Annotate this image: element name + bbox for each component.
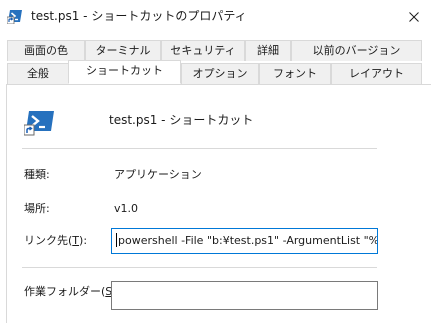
tab-terminal[interactable]: ターミナル: [85, 40, 161, 61]
tab-screen-colors[interactable]: 画面の色: [7, 40, 85, 61]
text-caret: [116, 233, 117, 247]
window-title: test.ps1 - ショートカットのプロパティ: [31, 9, 247, 23]
target-label: リンク先(T):: [24, 234, 87, 248]
location-label: 場所:: [24, 202, 50, 215]
close-button[interactable]: [395, 0, 431, 32]
tab-security[interactable]: セキュリティ: [161, 40, 245, 61]
tab-details[interactable]: 詳細: [245, 40, 291, 61]
close-icon: [409, 12, 419, 22]
type-value: アプリケーション: [114, 168, 202, 181]
tab-shortcut[interactable]: ショートカット: [68, 60, 181, 84]
location-value: v1.0: [114, 202, 139, 215]
powershell-shortcut-icon: [7, 10, 22, 24]
target-field[interactable]: powershell -File "b:¥test.ps1" -Argument…: [111, 228, 378, 254]
target-label-suffix: ):: [79, 234, 88, 247]
tab-layout[interactable]: レイアウト: [331, 63, 422, 84]
title-bar: test.ps1 - ショートカットのプロパティ: [0, 0, 431, 32]
workdir-field[interactable]: [111, 281, 378, 310]
target-value: powershell -File "b:¥test.ps1" -Argument…: [118, 234, 378, 247]
type-label: 種類:: [24, 168, 50, 181]
powershell-icon: [24, 111, 54, 136]
separator: [22, 267, 377, 268]
tab-previous-versions[interactable]: 以前のバージョン: [291, 40, 422, 61]
separator: [22, 148, 377, 149]
workdir-label: 作業フォルダー(S):: [24, 285, 120, 299]
target-label-prefix: リンク先(: [24, 234, 73, 247]
shortcut-file-name: test.ps1 - ショートカット: [109, 113, 254, 127]
tab-general[interactable]: 全般: [7, 63, 69, 84]
tab-strip: 画面の色 ターミナル セキュリティ 詳細 以前のバージョン 全般 ショートカット…: [0, 32, 431, 84]
workdir-label-prefix: 作業フォルダー(: [24, 285, 106, 298]
tab-font[interactable]: フォント: [259, 63, 331, 84]
tab-options[interactable]: オプション: [181, 63, 259, 84]
